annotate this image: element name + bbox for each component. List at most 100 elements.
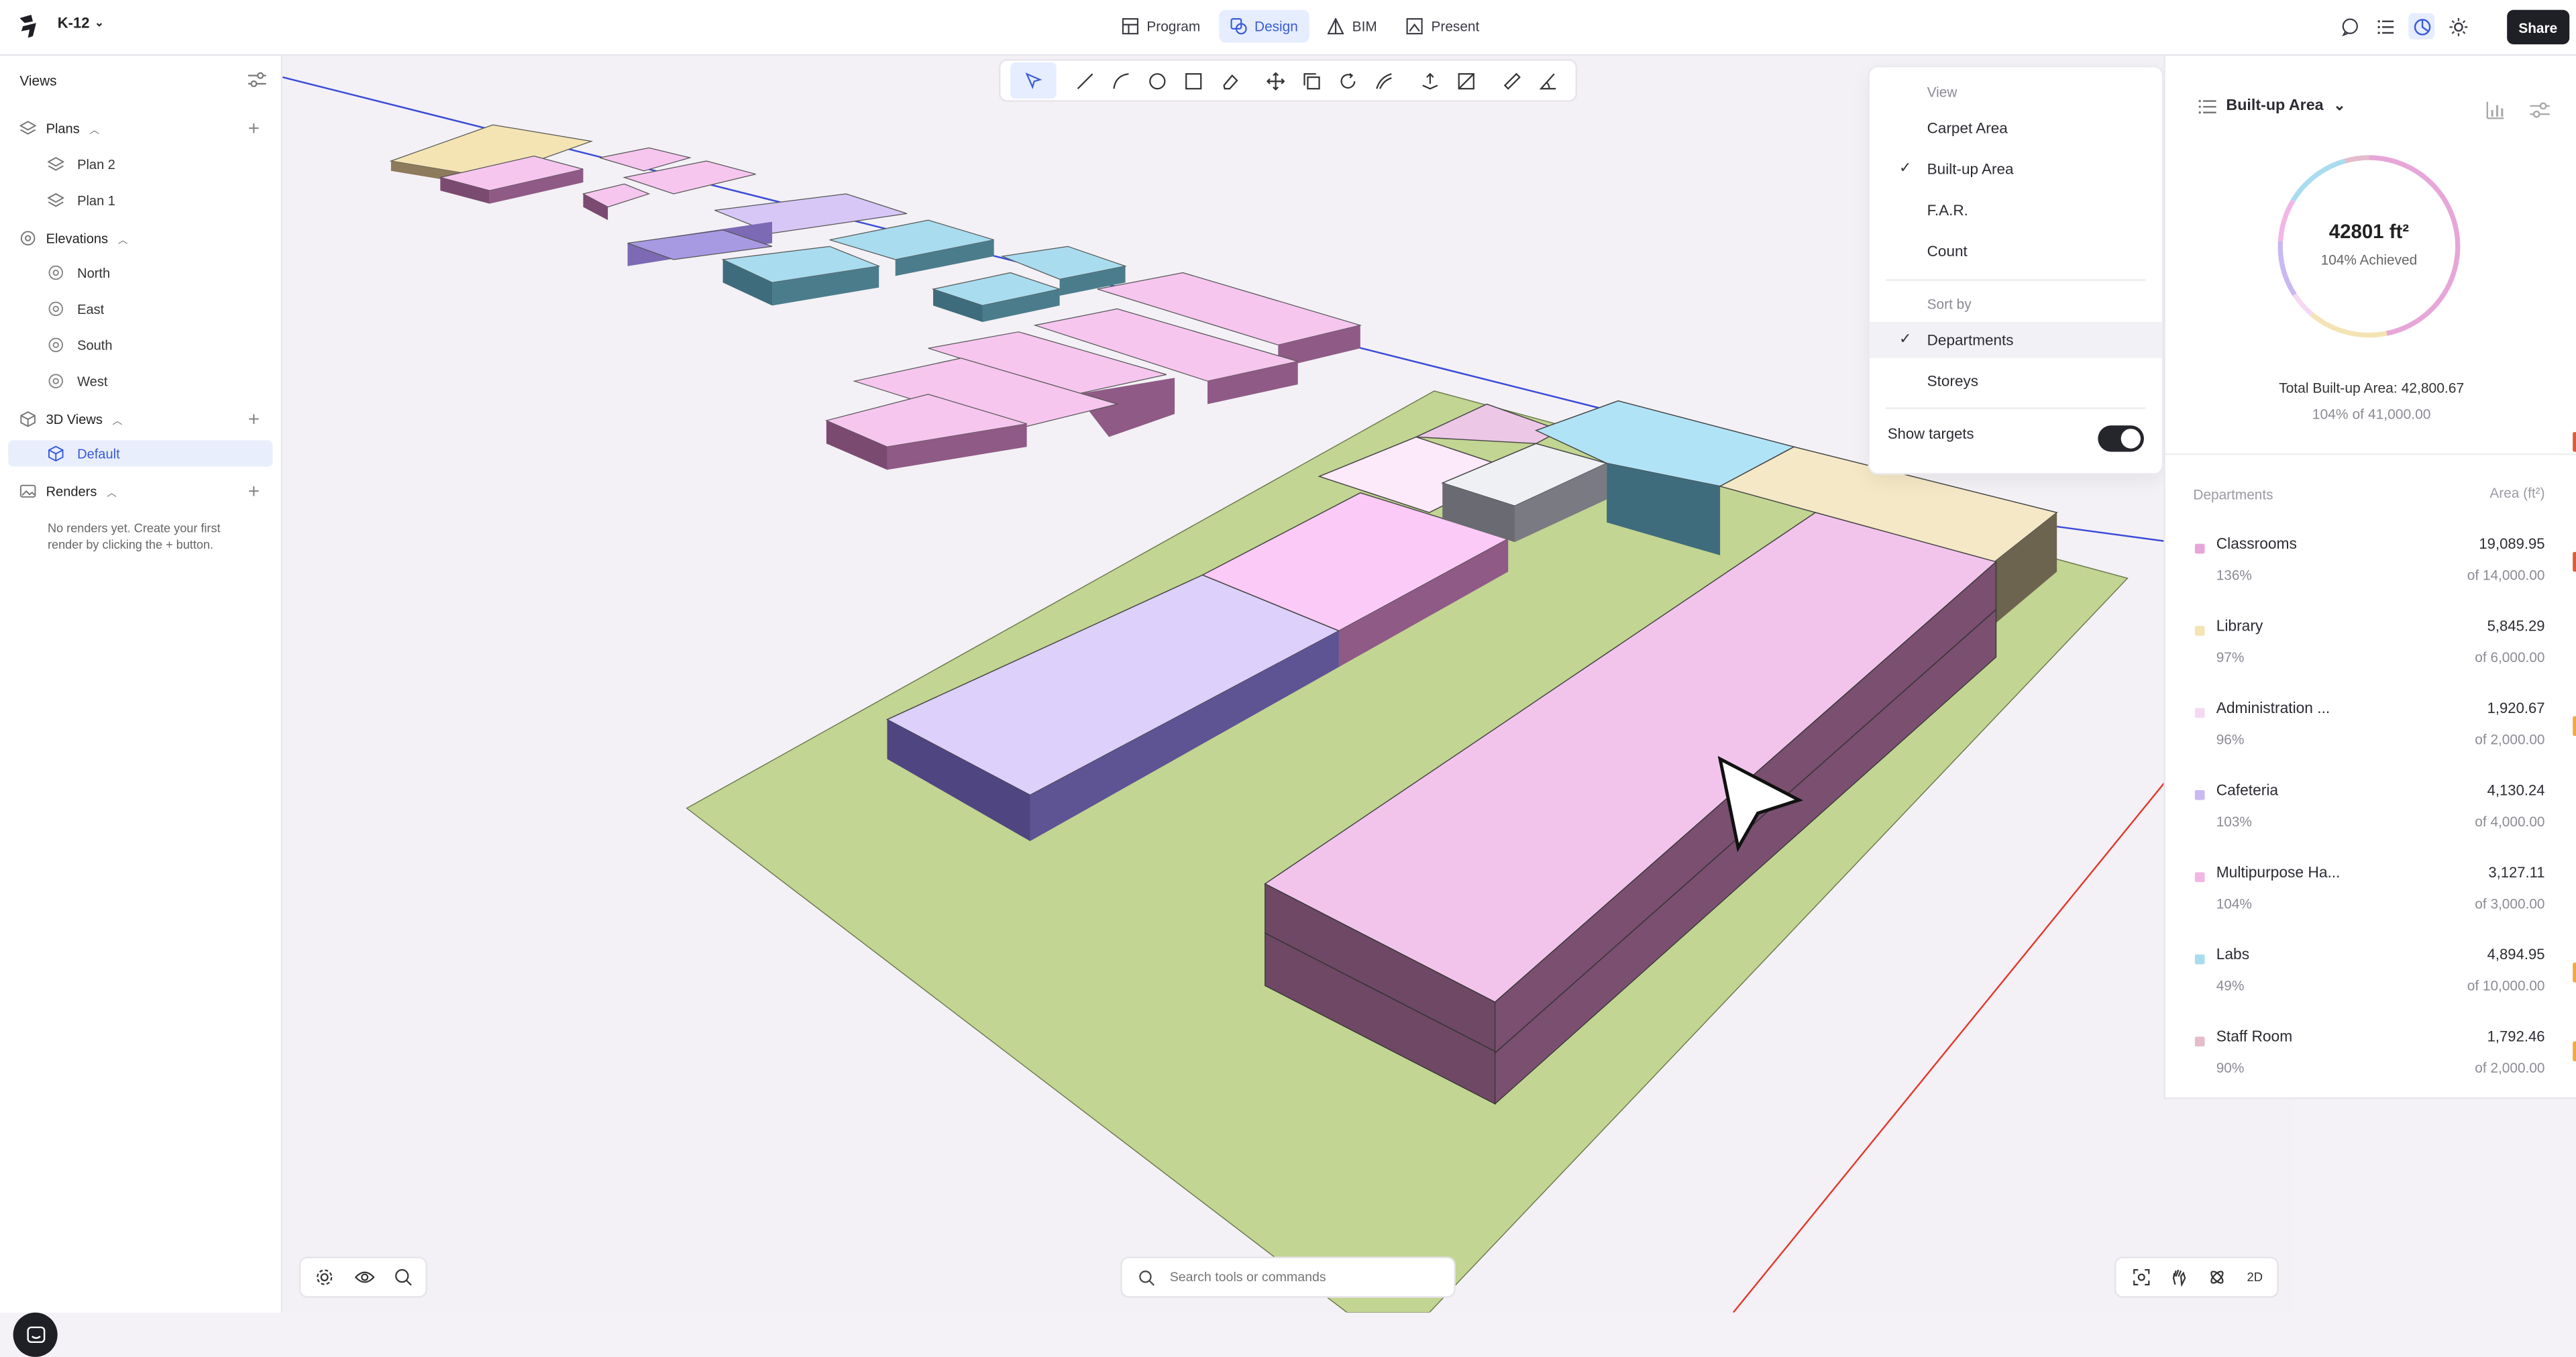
copy-tool[interactable] xyxy=(1293,62,1329,99)
pushpull-tool-icon xyxy=(1421,72,1438,89)
eraser-tool-icon xyxy=(1222,73,1238,89)
viewport-settings-group xyxy=(299,1256,427,1298)
chat-support-button[interactable] xyxy=(13,1312,58,1357)
tab-present[interactable]: Present xyxy=(1395,10,1491,43)
color-swatch xyxy=(2194,954,2205,965)
menu-item-carpet-area[interactable]: Carpet Area xyxy=(1870,110,2162,146)
department-area: 4,894.95 xyxy=(2487,946,2545,963)
department-row-administration[interactable]: Administration ... 1,920.67 96% of 2,000… xyxy=(2165,700,2576,781)
move-tool[interactable] xyxy=(1256,62,1293,99)
sidebar-item-east[interactable]: East xyxy=(48,296,261,322)
department-percent: 96% xyxy=(2216,730,2245,748)
add-3d-view-button[interactable]: + xyxy=(248,407,260,430)
menu-item-built-up-area[interactable]: ✓ Built-up Area xyxy=(1870,151,2162,187)
offset-tool[interactable] xyxy=(1365,62,1401,99)
draw-toolbar xyxy=(998,59,1578,102)
add-render-button[interactable]: + xyxy=(248,480,260,502)
viewport-settings-button[interactable] xyxy=(311,1263,339,1291)
department-row-multipurpose[interactable]: Multipurpose Ha... 3,127.11 104% of 3,00… xyxy=(2165,864,2576,946)
section-renders[interactable]: Renders ︿ xyxy=(19,483,117,499)
measure-tool[interactable] xyxy=(1493,62,1529,99)
rectangle-tool[interactable] xyxy=(1175,62,1211,99)
layers-list-button[interactable] xyxy=(2372,13,2398,40)
pushpull-tool[interactable] xyxy=(1411,62,1448,99)
department-row-labs[interactable]: Labs 4,894.95 49% of 10,000.00 xyxy=(2165,946,2576,1028)
settings-sliders-icon[interactable] xyxy=(2530,100,2550,119)
eye-icon xyxy=(354,1271,374,1283)
target-indicator xyxy=(2573,551,2576,572)
menu-item-count[interactable]: Count xyxy=(1870,233,2162,270)
metric-label: Built-up Area xyxy=(2226,97,2324,115)
tab-present-label: Present xyxy=(1431,17,1480,35)
menu-item-departments[interactable]: ✓ Departments xyxy=(1869,322,2162,358)
tab-design[interactable]: Design xyxy=(1218,9,1310,43)
department-row-cafeteria[interactable]: Cafeteria 4,130.24 103% of 4,000.00 xyxy=(2165,782,2576,864)
visibility-button[interactable] xyxy=(350,1263,378,1291)
elevation-icon xyxy=(48,301,64,317)
target-indicator xyxy=(2573,432,2576,452)
pan-button[interactable] xyxy=(2165,1263,2194,1291)
mirror-tool[interactable] xyxy=(1448,62,1484,99)
total-target: 104% of 41,000.00 xyxy=(2312,405,2431,423)
eraser-tool[interactable] xyxy=(1211,62,1247,99)
menu-sort-label: Sort by xyxy=(1927,295,1972,313)
tab-bim[interactable]: BIM xyxy=(1316,10,1389,43)
department-percent: 103% xyxy=(2216,813,2252,830)
arc-tool[interactable] xyxy=(1102,62,1138,99)
arc-tool-icon xyxy=(1112,72,1128,89)
department-area: 1,792.46 xyxy=(2487,1028,2545,1045)
sidebar-item-south[interactable]: South xyxy=(48,332,261,358)
sidebar-item-west[interactable]: West xyxy=(48,368,261,394)
department-row-classrooms[interactable]: Classrooms 19,089.95 136% of 14,000.00 xyxy=(2165,535,2576,617)
comments-button[interactable] xyxy=(2336,13,2362,40)
target-indicator xyxy=(2573,963,2576,983)
color-swatch xyxy=(2194,790,2205,800)
tab-bim-label: BIM xyxy=(1352,17,1377,35)
app-logo[interactable] xyxy=(16,13,39,40)
select-tool[interactable] xyxy=(1010,62,1057,99)
orbit-button[interactable] xyxy=(2203,1263,2231,1291)
department-target: of 4,000.00 xyxy=(2475,813,2545,830)
department-row-staff-room[interactable]: Staff Room 1,792.46 90% of 2,000.00 xyxy=(2165,1028,2576,1110)
rotate-tool[interactable] xyxy=(1329,62,1365,99)
department-target: of 2,000.00 xyxy=(2475,730,2545,748)
analytics-button[interactable] xyxy=(2408,13,2435,40)
bar-chart-icon[interactable] xyxy=(2485,100,2505,119)
color-swatch xyxy=(2194,708,2205,718)
color-swatch xyxy=(2194,543,2205,554)
metric-selector[interactable]: Built-up Area ⌄ xyxy=(2198,97,2346,115)
tab-program[interactable]: Program xyxy=(1111,10,1212,43)
comment-icon xyxy=(2341,17,2357,36)
project-selector[interactable]: K-12 ⌄ xyxy=(58,15,105,31)
view-options-menu: View Carpet Area ✓ Built-up Area F.A.R. … xyxy=(1868,65,2164,475)
zoom-button[interactable] xyxy=(389,1263,417,1291)
sidebar-item-default[interactable]: Default xyxy=(8,440,273,467)
toggle-2d-button[interactable]: 2D xyxy=(2241,1263,2269,1291)
add-plan-button[interactable]: + xyxy=(248,117,260,140)
section-plans[interactable]: Plans ︿ xyxy=(19,120,99,136)
sidebar-item-plan-2[interactable]: Plan 2 xyxy=(48,151,261,177)
share-button[interactable]: Share xyxy=(2507,9,2569,45)
menu-item-far[interactable]: F.A.R. xyxy=(1870,193,2162,229)
sidebar-item-label: East xyxy=(77,301,105,317)
section-3d-views[interactable]: 3D Views ︿ xyxy=(19,411,122,427)
elevation-icon xyxy=(48,265,64,280)
section-elevations[interactable]: Elevations ︿ xyxy=(19,230,128,246)
angle-tool[interactable] xyxy=(1529,62,1566,99)
filter-settings-icon[interactable] xyxy=(248,70,266,89)
show-targets-toggle[interactable] xyxy=(2098,425,2144,452)
line-tool[interactable] xyxy=(1066,62,1102,99)
command-search[interactable] xyxy=(1120,1256,1456,1298)
elevation-icon xyxy=(48,337,64,353)
department-name: Labs xyxy=(2216,946,2250,963)
fit-view-button[interactable] xyxy=(2127,1263,2155,1291)
lighting-button[interactable] xyxy=(2445,13,2471,40)
sidebar-item-north[interactable]: North xyxy=(48,260,261,286)
circle-tool[interactable] xyxy=(1138,62,1175,99)
table-icon xyxy=(1122,18,1139,35)
sidebar-item-plan-1[interactable]: Plan 1 xyxy=(48,187,261,213)
menu-item-storeys[interactable]: Storeys xyxy=(1870,363,2162,399)
department-row-library[interactable]: Library 5,845.29 97% of 6,000.00 xyxy=(2165,618,2576,700)
department-target: of 14,000.00 xyxy=(2467,566,2545,584)
search-input[interactable] xyxy=(1166,1268,1436,1287)
